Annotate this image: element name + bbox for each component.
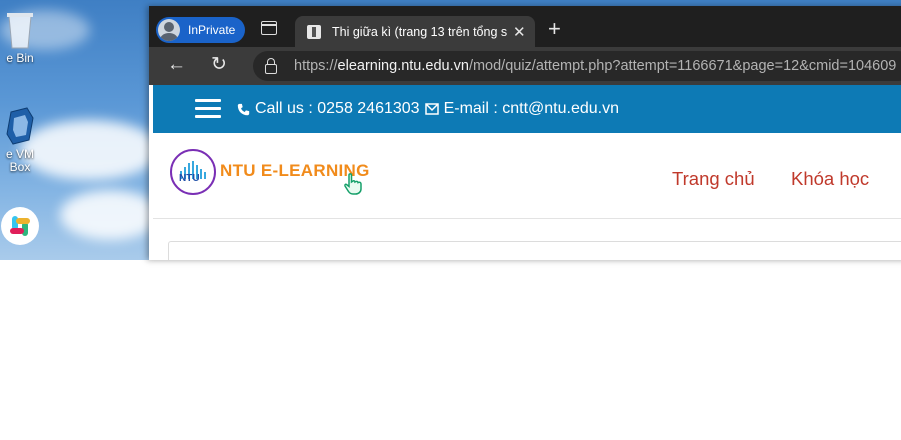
virtualbox-label: e VM Box (5, 147, 34, 174)
app-desktop-icon[interactable] (0, 206, 40, 248)
site-topbar: Call us : 0258 2461303 E-mail : cntt@ntu… (153, 85, 901, 133)
nav-courses-link[interactable]: Khóa học (791, 168, 869, 190)
url-path: /mod/quiz/attempt.php?attempt=1166671&pa… (468, 58, 897, 74)
content-box (168, 241, 901, 260)
virtualbox-desktop-icon[interactable]: e VM Box (0, 106, 40, 174)
phone-icon (237, 103, 250, 115)
profile-avatar-icon (158, 19, 180, 41)
menu-icon[interactable] (195, 99, 221, 119)
active-tab[interactable]: Thi giữa kì (trang 13 trên tổng số ✕ (295, 16, 535, 47)
recycle-bin-desktop-icon[interactable]: e Bin (0, 8, 40, 65)
virtualbox-icon (6, 107, 34, 145)
pointer-hand-icon (344, 173, 362, 195)
back-icon[interactable]: ← (167, 55, 186, 75)
web-page: Call us : 0258 2461303 E-mail : cntt@ntu… (153, 85, 901, 260)
tab-title: Thi giữa kì (trang 13 trên tổng số (332, 24, 507, 39)
browser-window: InPrivate Thi giữa kì (trang 13 trên tổn… (149, 6, 901, 260)
address-bar[interactable]: https://elearning.ntu.edu.vn/mod/quiz/at… (253, 51, 901, 81)
contact-info: Call us : 0258 2461303 E-mail : cntt@ntu… (237, 100, 619, 118)
inprivate-label: InPrivate (188, 23, 236, 37)
recycle-bin-label: e Bin (6, 51, 34, 65)
email-icon (424, 103, 439, 115)
slack-icon (1, 207, 39, 245)
tab-favicon-icon (307, 24, 321, 39)
tab-bar: InPrivate Thi giữa kì (trang 13 trên tổn… (149, 6, 901, 47)
browser-toolbar: ← ↻ https://elearning.ntu.edu.vn/mod/qui… (149, 47, 901, 85)
url-scheme: https:// (294, 58, 338, 74)
phone-text: Call us : 0258 2461303 (255, 100, 420, 117)
nav-home-link[interactable]: Trang chủ (672, 168, 755, 190)
recycle-bin-icon (7, 13, 33, 49)
url-host: elearning.ntu.edu.vn (337, 58, 469, 74)
inprivate-button[interactable]: InPrivate (156, 17, 246, 43)
ntu-logo[interactable]: NTU (170, 149, 216, 195)
logo-badge-text: NTU (179, 173, 200, 184)
lock-icon[interactable] (265, 58, 277, 74)
site-navbar: NTU NTU E-LEARNING Trang chủ Khóa học (153, 133, 901, 219)
url-text[interactable]: https://elearning.ntu.edu.vn/mod/quiz/at… (294, 58, 896, 74)
email-text: E-mail : cntt@ntu.edu.vn (443, 100, 620, 117)
new-tab-icon[interactable]: + (548, 18, 561, 40)
tab-actions-icon[interactable] (261, 21, 277, 35)
tab-close-icon[interactable]: ✕ (513, 23, 526, 41)
reload-icon[interactable]: ↻ (211, 55, 227, 75)
